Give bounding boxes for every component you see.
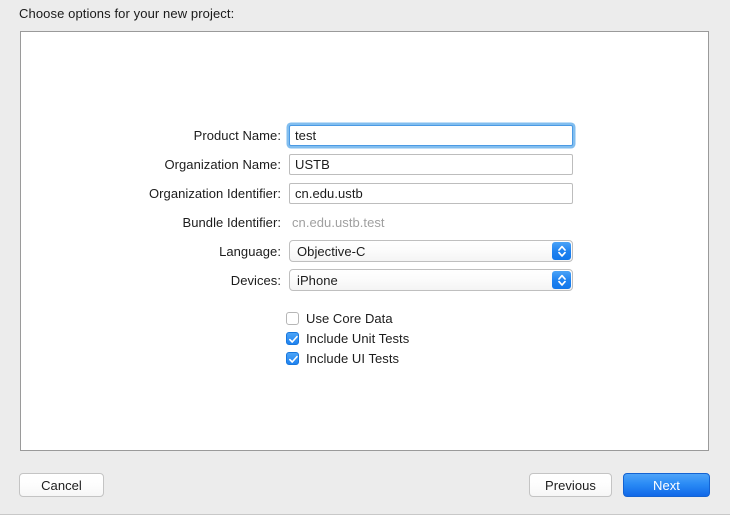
label-product-name: Product Name:	[21, 128, 281, 143]
label-organization-name: Organization Name:	[21, 157, 281, 172]
previous-button[interactable]: Previous	[529, 473, 612, 497]
chevron-up-down-icon[interactable]	[552, 242, 571, 260]
checkbox-row-include-ui-tests[interactable]: Include UI Tests	[286, 349, 399, 367]
devices-select[interactable]: iPhone	[289, 269, 573, 291]
product-name-input[interactable]	[289, 125, 573, 146]
language-selected-value: Objective-C	[290, 244, 365, 259]
checkbox-label-use-core-data: Use Core Data	[306, 311, 393, 326]
options-panel: Product Name: Organization Name: Organizat…	[20, 31, 709, 451]
bundle-identifier-value: cn.edu.ustb.test	[292, 215, 385, 230]
checkbox-label-include-unit-tests: Include Unit Tests	[306, 331, 409, 346]
cancel-button[interactable]: Cancel	[19, 473, 104, 497]
checkbox-row-include-unit-tests[interactable]: Include Unit Tests	[286, 329, 409, 347]
organization-identifier-input[interactable]	[289, 183, 573, 204]
label-devices: Devices:	[21, 273, 281, 288]
checkbox-label-include-ui-tests: Include UI Tests	[306, 351, 399, 366]
checkmark-icon[interactable]	[286, 352, 299, 365]
empty-checkbox-icon[interactable]	[286, 312, 299, 325]
checkbox-row-use-core-data[interactable]: Use Core Data	[286, 309, 393, 327]
devices-selected-value: iPhone	[290, 273, 338, 288]
page-title: Choose options for your new project:	[19, 6, 234, 21]
new-project-options-dialog: Choose options for your new project: Pro…	[0, 0, 730, 515]
next-button[interactable]: Next	[623, 473, 710, 497]
language-select[interactable]: Objective-C	[289, 240, 573, 262]
chevron-up-down-icon[interactable]	[552, 271, 571, 289]
label-bundle-identifier: Bundle Identifier:	[21, 215, 281, 230]
checkmark-icon[interactable]	[286, 332, 299, 345]
organization-name-input[interactable]	[289, 154, 573, 175]
label-language: Language:	[21, 244, 281, 259]
label-organization-identifier: Organization Identifier:	[21, 186, 281, 201]
